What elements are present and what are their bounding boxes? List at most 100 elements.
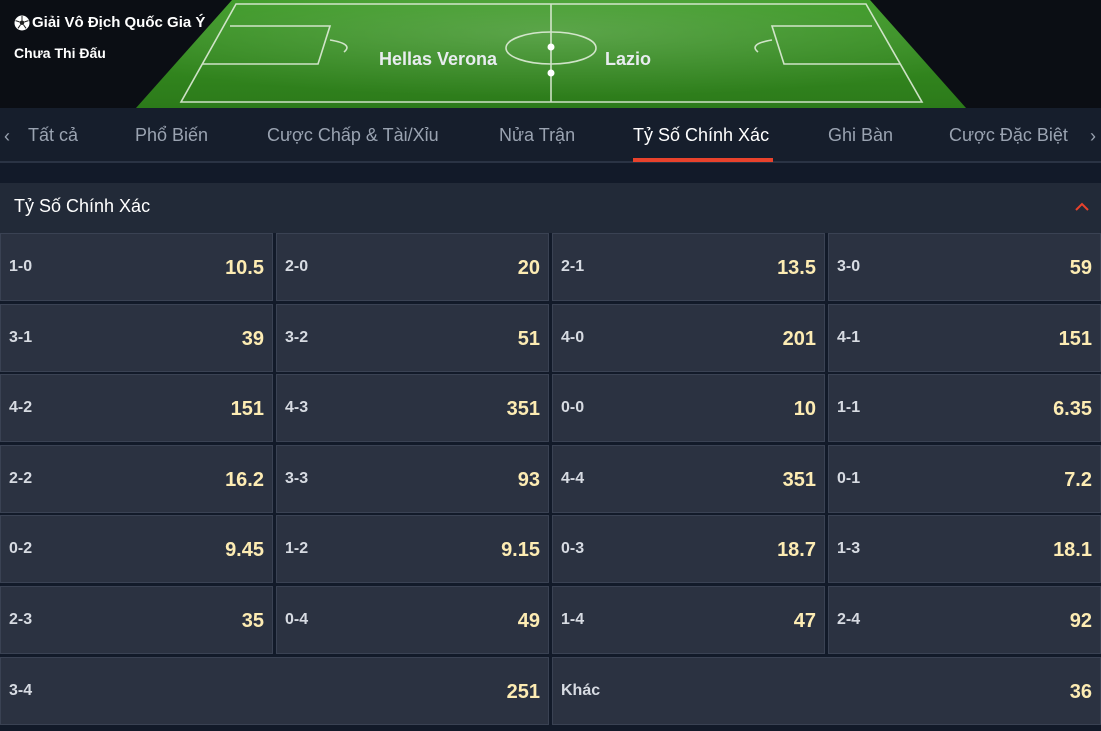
tab-half-time[interactable]: Nửa Trận xyxy=(499,125,575,146)
odds-value: 18.7 xyxy=(777,539,816,561)
odds-cell[interactable]: 1-0 10.5 xyxy=(0,233,273,301)
odds-cell[interactable]: 1-3 18.1 xyxy=(828,515,1101,583)
score-label: 0-0 xyxy=(561,399,585,416)
score-label: 1-2 xyxy=(285,540,309,557)
away-team-name: Lazio xyxy=(605,49,652,69)
odds-value: 39 xyxy=(241,328,264,350)
odds-value: 20 xyxy=(517,257,540,279)
odds-value: 18.1 xyxy=(1053,539,1092,561)
odds-cell[interactable]: 3-3 93 xyxy=(276,445,549,513)
odds-cell[interactable]: 1-4 47 xyxy=(552,586,825,654)
score-label: 4-3 xyxy=(285,399,309,416)
tab-correct-score[interactable]: Tỷ Số Chính Xác xyxy=(633,125,769,146)
active-tab-indicator xyxy=(633,158,773,162)
odds-value: 16.2 xyxy=(225,469,264,491)
market-tabs: ‹ Tất cả Phổ Biến Cược Chấp & Tài/Xỉu Nử… xyxy=(0,108,1101,163)
odds-cell[interactable]: 2-0 20 xyxy=(276,233,549,301)
odds-value: 51 xyxy=(517,328,540,350)
match-header: Giải Vô Địch Quốc Gia Ý Chưa Thi Đấu Hel… xyxy=(0,0,1101,108)
odds-value: 13.5 xyxy=(777,257,816,279)
score-label: 0-2 xyxy=(9,540,33,557)
tab-popular[interactable]: Phổ Biến xyxy=(135,125,208,146)
score-label: 2-0 xyxy=(285,258,309,275)
odds-cell[interactable]: 4-1 151 xyxy=(828,304,1101,372)
league-title: Giải Vô Địch Quốc Gia Ý xyxy=(14,14,205,31)
score-label: 4-4 xyxy=(561,470,585,487)
odds-value: 7.2 xyxy=(1064,469,1092,491)
odds-cell[interactable]: 1-1 6.35 xyxy=(828,374,1101,442)
odds-value: 151 xyxy=(1058,328,1092,350)
odds-cell[interactable]: 4-0 201 xyxy=(552,304,825,372)
tab-handicap-over-under[interactable]: Cược Chấp & Tài/Xỉu xyxy=(267,125,439,146)
odds-value: 9.45 xyxy=(225,539,264,561)
score-label: 2-3 xyxy=(9,611,33,628)
soccer-ball-icon xyxy=(14,15,30,30)
odds-value: 9.15 xyxy=(501,539,540,561)
odds-cell[interactable]: 3-0 59 xyxy=(828,233,1101,301)
odds-value: 59 xyxy=(1069,257,1092,279)
score-label: 4-0 xyxy=(561,329,585,346)
odds-cell[interactable]: 4-2 151 xyxy=(0,374,273,442)
odds-cell[interactable]: 1-2 9.15 xyxy=(276,515,549,583)
chevron-up-icon[interactable] xyxy=(1073,199,1091,213)
score-label: 0-4 xyxy=(285,611,309,628)
odds-cell[interactable]: 2-4 92 xyxy=(828,586,1101,654)
odds-cell[interactable]: 3-1 39 xyxy=(0,304,273,372)
odds-cell[interactable]: 2-3 35 xyxy=(0,586,273,654)
score-label: 2-2 xyxy=(9,470,33,487)
odds-value: 351 xyxy=(782,469,816,491)
score-label: 2-1 xyxy=(561,258,585,275)
score-label: 0-3 xyxy=(561,540,585,557)
odds-cell[interactable]: 2-2 16.2 xyxy=(0,445,273,513)
market-header[interactable]: Tỷ Số Chính Xác xyxy=(0,183,1101,233)
odds-cell[interactable]: 0-3 18.7 xyxy=(552,515,825,583)
score-label: 1-1 xyxy=(837,399,861,416)
tab-specials[interactable]: Cược Đặc Biệt xyxy=(949,125,1068,146)
score-label: 3-0 xyxy=(837,258,861,275)
odds-cell[interactable]: 0-0 10 xyxy=(552,374,825,442)
tab-goals[interactable]: Ghi Bàn xyxy=(828,125,893,146)
odds-value: 47 xyxy=(793,610,816,632)
odds-cell[interactable]: 0-4 49 xyxy=(276,586,549,654)
odds-cell[interactable]: 2-1 13.5 xyxy=(552,233,825,301)
odds-value: 10.5 xyxy=(225,257,264,279)
score-label: 3-1 xyxy=(9,329,33,346)
spacer xyxy=(0,163,1101,183)
odds-value: 201 xyxy=(782,328,816,350)
tabs-next-arrow-icon[interactable]: › xyxy=(1090,126,1096,147)
score-label: Khác xyxy=(561,682,601,699)
score-label: 3-3 xyxy=(285,470,309,487)
odds-cell[interactable]: 0-1 7.2 xyxy=(828,445,1101,513)
league-name: Giải Vô Địch Quốc Gia Ý xyxy=(32,14,206,31)
score-label: 3-4 xyxy=(9,682,33,699)
market-title: Tỷ Số Chính Xác xyxy=(14,196,151,216)
odds-value: 6.35 xyxy=(1053,398,1092,420)
odds-value: 351 xyxy=(506,398,540,420)
odds-value: 251 xyxy=(506,681,540,703)
odds-value: 10 xyxy=(793,398,816,420)
score-label: 4-1 xyxy=(837,329,861,346)
tabs-prev-arrow-icon[interactable]: ‹ xyxy=(4,126,10,147)
odds-cell[interactable]: 0-2 9.45 xyxy=(0,515,273,583)
odds-value: 92 xyxy=(1069,610,1092,632)
odds-value: 49 xyxy=(517,610,540,632)
tab-all[interactable]: Tất cả xyxy=(28,125,78,146)
score-label: 3-2 xyxy=(285,329,309,346)
odds-value: 151 xyxy=(230,398,264,420)
score-label: 1-3 xyxy=(837,540,861,557)
odds-cell[interactable]: 4-4 351 xyxy=(552,445,825,513)
odds-cell[interactable]: 4-3 351 xyxy=(276,374,549,442)
odds-cell[interactable]: Khác 36 xyxy=(552,657,1101,725)
home-team-name: Hellas Verona xyxy=(379,49,498,69)
score-label: 0-1 xyxy=(837,470,861,487)
score-label: 1-4 xyxy=(561,611,585,628)
odds-value: 35 xyxy=(241,610,264,632)
odds-cell[interactable]: 3-4 251 xyxy=(0,657,549,725)
odds-cell[interactable]: 3-2 51 xyxy=(276,304,549,372)
score-label: 2-4 xyxy=(837,611,861,628)
score-label: 4-2 xyxy=(9,399,33,416)
match-status: Chưa Thi Đấu xyxy=(14,45,106,61)
score-label: 1-0 xyxy=(9,258,33,275)
odds-value: 36 xyxy=(1069,681,1092,703)
odds-value: 93 xyxy=(517,469,540,491)
